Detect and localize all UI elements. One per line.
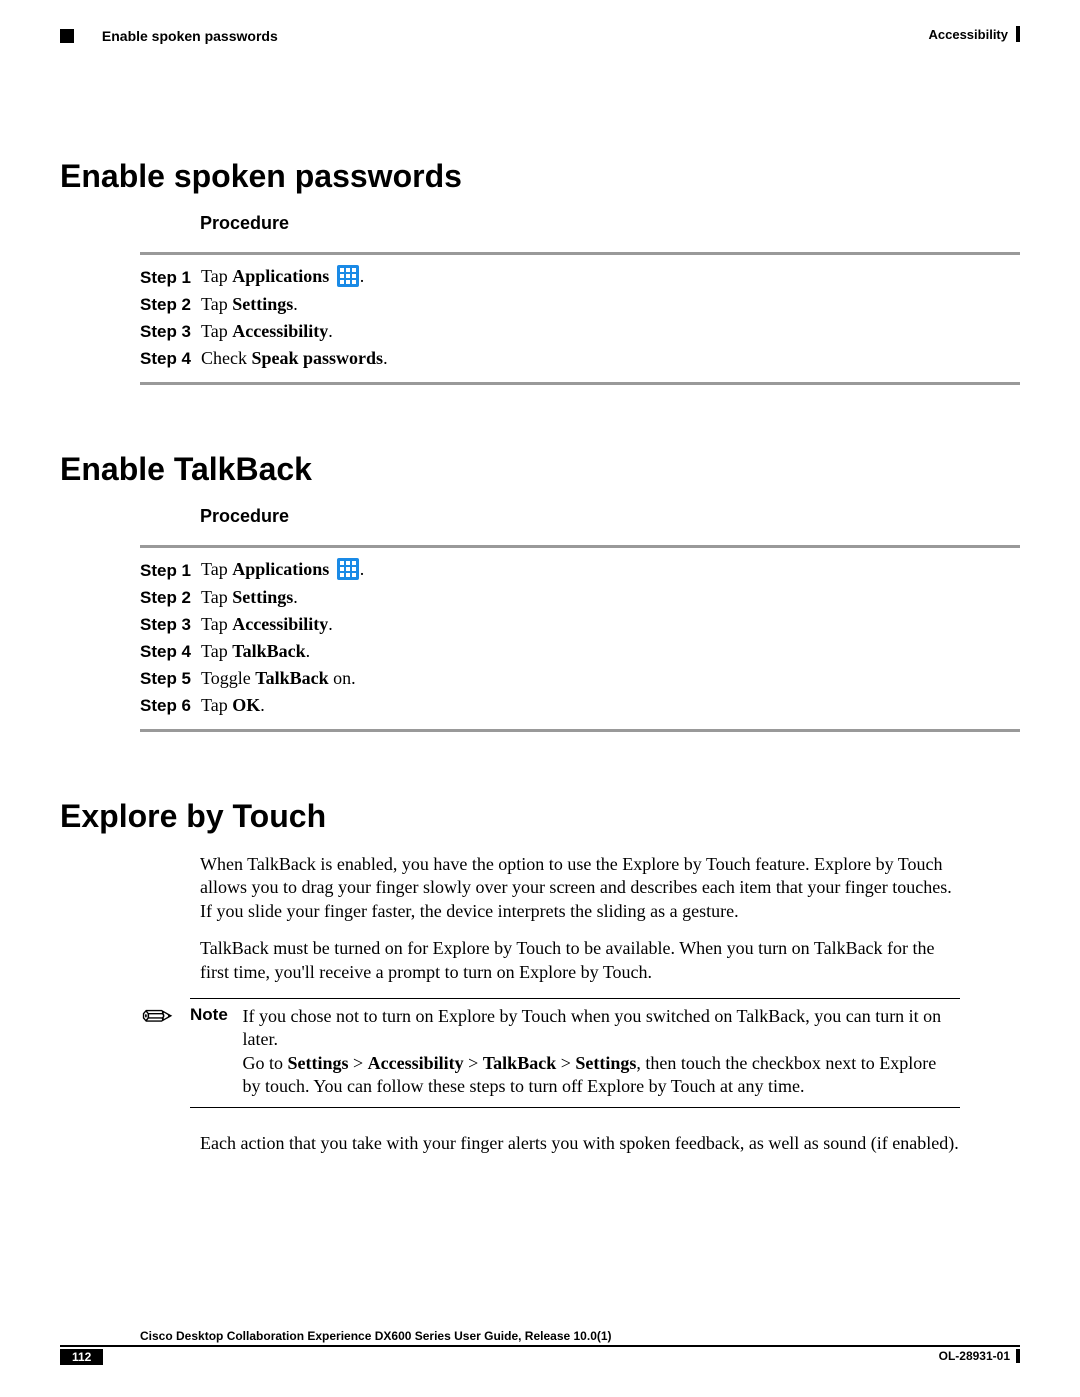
step-bold-target: Applications [232, 266, 329, 286]
section2-top-rule [140, 545, 1020, 548]
step-bold-target: TalkBack [232, 641, 305, 661]
step-suffix: . [293, 294, 298, 314]
footer-doc-id: OL-28931-01 [939, 1349, 1020, 1363]
step-bold-target: OK [232, 695, 260, 715]
step-instruction: Tap Applications . [201, 554, 374, 584]
section1-top-rule [140, 252, 1020, 255]
step-prefix: Tap [201, 695, 232, 715]
step-instruction: Tap Settings. [201, 584, 374, 611]
step-bold-target: Settings [232, 587, 293, 607]
step-instruction: Toggle TalkBack on. [201, 665, 374, 692]
section2-step-row: Step 6Tap OK. [140, 692, 374, 719]
step-instruction: Tap Accessibility. [201, 318, 398, 345]
note-label: Note [190, 1005, 238, 1025]
section3-para2: TalkBack must be turned on for Explore b… [200, 937, 960, 984]
section1-step-row: Step 1Tap Applications . [140, 261, 398, 291]
step-label: Step 4 [140, 345, 201, 372]
note-bottom-rule [190, 1107, 960, 1108]
pencil-icon: ✎ [135, 980, 196, 1041]
step-suffix: . [306, 641, 311, 661]
section1-procedure-label: Procedure [200, 213, 1020, 234]
section3-para3: Each action that you take with your fing… [200, 1132, 960, 1155]
step-suffix: . [383, 348, 388, 368]
section2-step-row: Step 3Tap Accessibility. [140, 611, 374, 638]
section1-steps: Step 1Tap Applications .Step 2Tap Settin… [140, 261, 398, 372]
step-prefix: Tap [201, 641, 232, 661]
step-prefix: Tap [201, 294, 232, 314]
section3-para1: When TalkBack is enabled, you have the o… [200, 853, 960, 923]
step-suffix: . [293, 587, 298, 607]
section2-step-row: Step 5Toggle TalkBack on. [140, 665, 374, 692]
step-bold-target: Settings [232, 294, 293, 314]
step-bold-target: Accessibility [232, 614, 328, 634]
section2-step-row: Step 4Tap TalkBack. [140, 638, 374, 665]
footer-page-number: 112 [60, 1349, 103, 1365]
header-right-text: Accessibility [929, 26, 1021, 42]
footer-title: Cisco Desktop Collaboration Experience D… [60, 1329, 1020, 1347]
note-block: ✎ Note If you chose not to turn on Explo… [140, 998, 960, 1114]
section2-step-row: Step 2Tap Settings. [140, 584, 374, 611]
step-instruction: Tap TalkBack. [201, 638, 374, 665]
note-top-rule [190, 998, 960, 999]
step-label: Step 1 [140, 261, 201, 291]
page-header: Enable spoken passwords Accessibility [60, 28, 1020, 58]
step-instruction: Tap Applications . [201, 261, 398, 291]
step-suffix: . [360, 266, 365, 286]
step-label: Step 3 [140, 611, 201, 638]
step-label: Step 4 [140, 638, 201, 665]
step-bold-target: TalkBack [255, 668, 328, 688]
step-label: Step 3 [140, 318, 201, 345]
step-prefix: Tap [201, 614, 232, 634]
step-suffix: . [360, 559, 365, 579]
step-label: Step 1 [140, 554, 201, 584]
note-text: If you chose not to turn on Explore by T… [243, 1005, 957, 1099]
step-instruction: Check Speak passwords. [201, 345, 398, 372]
step-instruction: Tap Settings. [201, 291, 398, 318]
section2-procedure-label: Procedure [200, 506, 1020, 527]
section2-bottom-rule [140, 729, 1020, 732]
step-suffix: . [260, 695, 265, 715]
step-bold-target: Accessibility [232, 321, 328, 341]
applications-grid-icon [336, 557, 360, 581]
step-prefix: Check [201, 348, 251, 368]
step-instruction: Tap OK. [201, 692, 374, 719]
section2-steps: Step 1Tap Applications .Step 2Tap Settin… [140, 554, 374, 719]
step-prefix: Tap [201, 587, 232, 607]
step-label: Step 2 [140, 291, 201, 318]
section1-step-row: Step 3Tap Accessibility. [140, 318, 398, 345]
step-suffix: on. [329, 668, 356, 688]
step-prefix: Tap [201, 321, 232, 341]
header-left-text: Enable spoken passwords [102, 28, 278, 44]
step-bold-target: Speak passwords [252, 348, 384, 368]
step-bold-target: Applications [232, 559, 329, 579]
step-prefix: Toggle [201, 668, 255, 688]
page-footer: Cisco Desktop Collaboration Experience D… [60, 1329, 1020, 1367]
section1-bottom-rule [140, 382, 1020, 385]
section3-title: Explore by Touch [60, 798, 1020, 835]
section1-step-row: Step 4Check Speak passwords. [140, 345, 398, 372]
step-prefix: Tap [201, 559, 232, 579]
step-label: Step 6 [140, 692, 201, 719]
step-suffix: . [328, 321, 333, 341]
section1-step-row: Step 2Tap Settings. [140, 291, 398, 318]
step-label: Step 2 [140, 584, 201, 611]
section2-title: Enable TalkBack [60, 451, 1020, 488]
applications-grid-icon [336, 264, 360, 288]
step-prefix: Tap [201, 266, 232, 286]
step-label: Step 5 [140, 665, 201, 692]
step-suffix: . [328, 614, 333, 634]
header-square-icon [60, 29, 74, 43]
step-instruction: Tap Accessibility. [201, 611, 374, 638]
section1-title: Enable spoken passwords [60, 158, 1020, 195]
section2-step-row: Step 1Tap Applications . [140, 554, 374, 584]
